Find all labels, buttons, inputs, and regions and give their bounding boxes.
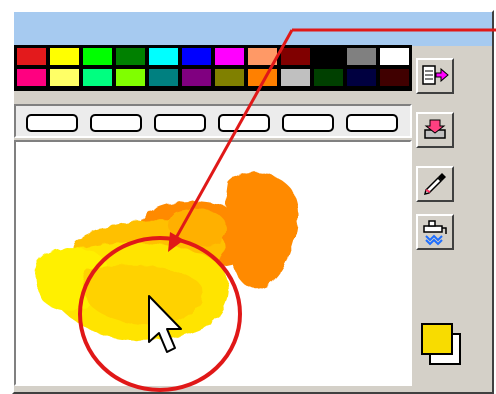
fg-bg-color-selector[interactable]: [418, 320, 468, 374]
load-palette-icon: [422, 65, 449, 85]
palette-swatch[interactable]: [148, 68, 179, 87]
palette-swatch[interactable]: [214, 47, 245, 66]
drawing-canvas[interactable]: [14, 140, 412, 386]
palette-swatch[interactable]: [379, 68, 410, 87]
canvas-drawing: [35, 172, 299, 341]
palette-swatch[interactable]: [181, 68, 212, 87]
palette-swatch[interactable]: [280, 68, 311, 87]
brush-size-tab[interactable]: [26, 114, 78, 132]
palette-swatch[interactable]: [247, 47, 278, 66]
brush-size-tab[interactable]: [346, 114, 398, 132]
palette-swatch[interactable]: [16, 47, 47, 66]
palette-swatch[interactable]: [313, 68, 344, 87]
palette-swatch[interactable]: [115, 68, 146, 87]
title-bar: [14, 12, 492, 46]
palette-swatch[interactable]: [148, 47, 179, 66]
palette-swatch[interactable]: [115, 47, 146, 66]
brush-size-tab[interactable]: [154, 114, 206, 132]
brush-size-tab[interactable]: [218, 114, 270, 132]
palette-swatch[interactable]: [16, 68, 47, 87]
foreground-color-swatch[interactable]: [421, 323, 453, 355]
fg-bg-swatch-icon: [421, 323, 461, 365]
faucet-icon: [423, 220, 447, 246]
paint-bucket-icon: [424, 119, 446, 139]
brush-size-tab[interactable]: [282, 114, 334, 132]
palette-swatch[interactable]: [49, 68, 80, 87]
palette-swatch[interactable]: [181, 47, 212, 66]
brush-size-tab[interactable]: [90, 114, 142, 132]
faucet-button[interactable]: [416, 214, 454, 250]
color-palette: [14, 45, 412, 91]
palette-swatch[interactable]: [49, 47, 80, 66]
palette-swatch[interactable]: [214, 68, 245, 87]
screenshot-frame: [0, 0, 496, 394]
load-palette-button[interactable]: [416, 58, 454, 94]
palette-swatch[interactable]: [346, 47, 377, 66]
palette-swatch[interactable]: [313, 47, 344, 66]
palette-swatch[interactable]: [346, 68, 377, 87]
palette-swatch[interactable]: [280, 47, 311, 66]
yellow-paint-stroke: [35, 242, 229, 341]
eyedropper-button[interactable]: [416, 166, 454, 202]
brush-tabs-bar: [14, 104, 412, 138]
palette-swatch[interactable]: [379, 47, 410, 66]
palette-swatch[interactable]: [82, 68, 113, 87]
palette-swatch[interactable]: [247, 68, 278, 87]
eyedropper-icon: [423, 173, 446, 196]
paint-bucket-button[interactable]: [416, 112, 454, 148]
palette-swatch[interactable]: [82, 47, 113, 66]
